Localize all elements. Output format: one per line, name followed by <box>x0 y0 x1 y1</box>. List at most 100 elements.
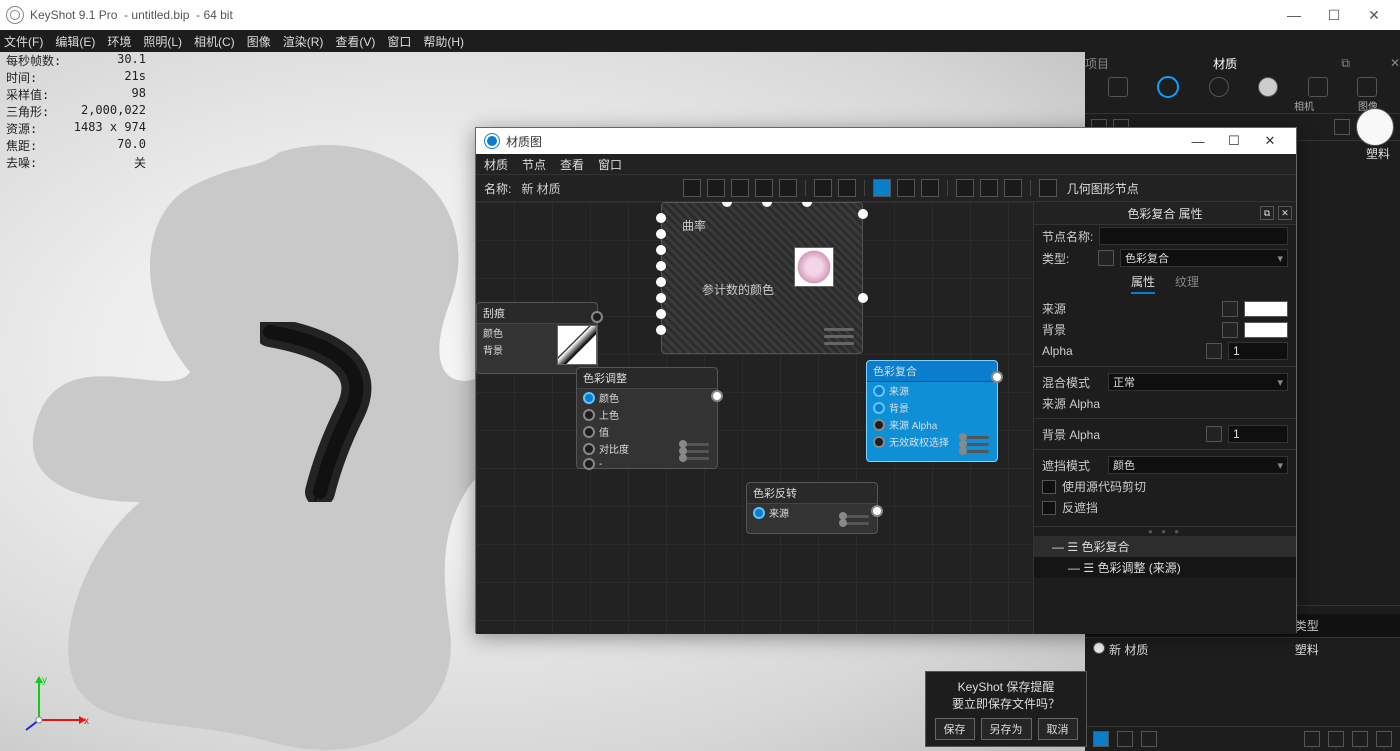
menu-window[interactable]: 窗口 <box>387 33 411 50</box>
tool-align-icon[interactable] <box>956 179 974 197</box>
dlg-menu-material[interactable]: 材质 <box>484 156 508 173</box>
tool-refresh-icon[interactable] <box>707 179 725 197</box>
dialog-close-button[interactable]: ✕ <box>1252 133 1288 149</box>
panel-close-icon[interactable]: ✕ <box>1390 56 1400 70</box>
bg-map-icon[interactable] <box>1222 322 1238 338</box>
window-close-button[interactable]: ✕ <box>1354 0 1394 30</box>
lighting-icon[interactable] <box>1258 77 1278 97</box>
bg-alpha-value[interactable]: 1 <box>1228 425 1288 443</box>
delete-material-icon[interactable] <box>1376 731 1392 747</box>
node-name-input[interactable] <box>1099 227 1288 245</box>
tool-copy-icon[interactable] <box>814 179 832 197</box>
collapsed-node-group[interactable]: 曲率 参计数的颜色 <box>661 202 863 354</box>
dialog-titlebar[interactable]: 材质图 — ☐ ✕ <box>476 128 1296 154</box>
link-icon[interactable] <box>1304 731 1320 747</box>
material-preview-sphere[interactable] <box>1356 108 1394 146</box>
tree-item-root[interactable]: — ☰ 色彩复合 <box>1034 536 1296 557</box>
delete-type-icon[interactable] <box>1098 250 1114 266</box>
save-material-icon[interactable] <box>1334 119 1350 135</box>
node-scratch[interactable]: 刮痕 颜色 背景 <box>476 302 598 374</box>
menu-view[interactable]: 查看(V) <box>335 33 375 50</box>
node-adjust-port-color[interactable] <box>583 392 595 404</box>
window-minimize-button[interactable]: — <box>1274 0 1314 30</box>
tool-redo-icon[interactable] <box>755 179 773 197</box>
node-color-composite[interactable]: 色彩复合 来源 背景 来源 Alpha 无效政权选择 <box>866 360 998 462</box>
remind-save-button[interactable]: 保存 <box>935 718 975 740</box>
col-type-header[interactable]: 类型 <box>1287 614 1400 638</box>
mask-select[interactable]: 颜色 <box>1108 456 1288 474</box>
tool-delete-icon[interactable] <box>838 179 856 197</box>
node-composite-output-port[interactable] <box>991 371 1003 383</box>
image-icon[interactable] <box>1357 77 1377 97</box>
window-maximize-button[interactable]: ☐ <box>1314 0 1354 30</box>
tool-layout-icon[interactable] <box>980 179 998 197</box>
menu-image[interactable]: 图像 <box>247 33 271 50</box>
node-invert-port-source[interactable] <box>753 507 765 519</box>
material-row[interactable]: 新 材质 塑料 <box>1085 638 1400 662</box>
menu-file[interactable]: 文件(F) <box>4 33 43 50</box>
grid-view-icon[interactable] <box>1117 731 1133 747</box>
camera-icon[interactable] <box>1308 77 1328 97</box>
menu-edit[interactable]: 编辑(E) <box>55 33 95 50</box>
bg-swatch[interactable] <box>1244 322 1288 338</box>
source-map-icon[interactable] <box>1222 301 1238 317</box>
source-swatch[interactable] <box>1244 301 1288 317</box>
environment-icon[interactable] <box>1209 77 1229 97</box>
node-invert-output-port[interactable] <box>871 505 883 517</box>
node-adjust-port-tint[interactable] <box>583 409 595 421</box>
material-tab[interactable]: 材质 <box>1149 55 1301 72</box>
panel-popout-icon[interactable]: ⧉ <box>1341 56 1350 71</box>
add-material-icon[interactable] <box>1352 731 1368 747</box>
clip-checkbox[interactable] <box>1042 480 1056 494</box>
menu-lighting[interactable]: 照明(L) <box>143 33 182 50</box>
filter-icon[interactable] <box>1141 731 1157 747</box>
tool-save-icon[interactable] <box>683 179 701 197</box>
tool-pan-icon[interactable] <box>897 179 915 197</box>
tool-export-icon[interactable] <box>779 179 797 197</box>
unlink-icon[interactable] <box>1328 731 1344 747</box>
dialog-minimize-button[interactable]: — <box>1180 134 1216 149</box>
alpha-value[interactable]: 1 <box>1228 342 1288 360</box>
props-close-icon[interactable]: ✕ <box>1278 206 1292 220</box>
dlg-menu-window[interactable]: 窗口 <box>598 156 622 173</box>
list-view-icon[interactable] <box>1093 731 1109 747</box>
axis-gizmo[interactable]: x y <box>24 675 94 735</box>
menu-environment[interactable]: 环境 <box>107 33 131 50</box>
bg-alpha-map-icon[interactable] <box>1206 426 1222 442</box>
props-popout-icon[interactable]: ⧉ <box>1260 206 1274 220</box>
tool-fit-icon[interactable] <box>1004 179 1022 197</box>
project-tab[interactable]: 项目 <box>1085 55 1109 72</box>
props-tab-textures[interactable]: 纹理 <box>1175 273 1199 294</box>
menu-camera[interactable]: 相机(C) <box>194 33 235 50</box>
invert-mask-checkbox[interactable] <box>1042 501 1056 515</box>
props-tab-attributes[interactable]: 属性 <box>1131 273 1155 294</box>
node-adjust-output-port[interactable] <box>711 390 723 402</box>
tree-grip-icon[interactable]: ● ● ● <box>1034 527 1296 536</box>
tree-item-child[interactable]: — ☰ 色彩调整 (来源) <box>1034 557 1296 578</box>
dialog-maximize-button[interactable]: ☐ <box>1216 133 1252 149</box>
node-composite-port-source[interactable] <box>873 385 885 397</box>
material-name-value[interactable]: 新 材质 <box>521 180 560 197</box>
node-color-adjust[interactable]: 色彩调整 颜色 上色 值 对比度 - <box>576 367 718 469</box>
node-scratch-output-port[interactable] <box>591 311 603 323</box>
remind-saveas-button[interactable]: 另存为 <box>981 718 1032 740</box>
dlg-menu-view[interactable]: 查看 <box>560 156 584 173</box>
node-graph-canvas[interactable]: 曲率 参计数的颜色 <box>476 202 1033 634</box>
menu-render[interactable]: 渲染(R) <box>283 33 324 50</box>
node-adjust-port-value[interactable] <box>583 426 595 438</box>
node-adjust-port-extra[interactable] <box>583 458 595 470</box>
alpha-map-icon[interactable] <box>1206 343 1222 359</box>
node-composite-port-mask[interactable] <box>873 436 885 448</box>
tool-zoom-icon[interactable] <box>921 179 939 197</box>
node-type-select[interactable]: 色彩复合 <box>1120 249 1288 267</box>
tool-undo-icon[interactable] <box>731 179 749 197</box>
menu-help[interactable]: 帮助(H) <box>423 33 464 50</box>
tool-geo-icon[interactable] <box>1039 179 1057 197</box>
node-composite-port-srcalpha[interactable] <box>873 419 885 431</box>
tool-select-icon[interactable] <box>873 179 891 197</box>
node-composite-port-bg[interactable] <box>873 402 885 414</box>
material-icon[interactable] <box>1157 76 1179 98</box>
scene-icon[interactable] <box>1108 77 1128 97</box>
dlg-menu-node[interactable]: 节点 <box>522 156 546 173</box>
node-adjust-port-contrast[interactable] <box>583 443 595 455</box>
